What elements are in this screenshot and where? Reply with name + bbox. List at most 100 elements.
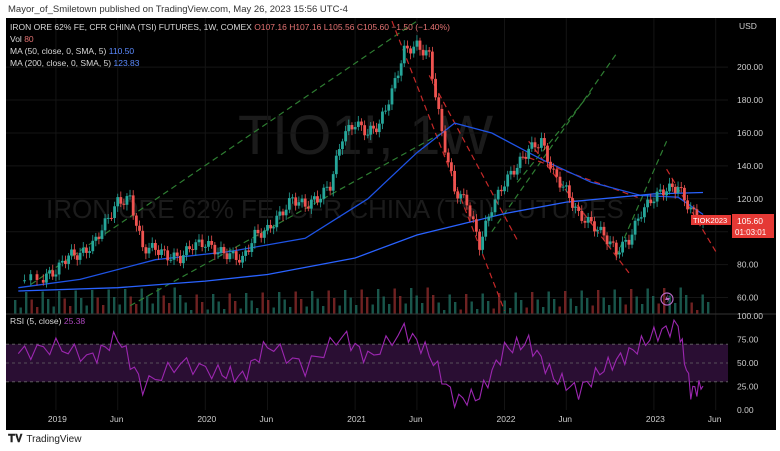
volume-bar: [476, 309, 479, 314]
volume-bar: [267, 300, 270, 314]
volume-bar: [250, 300, 253, 314]
candle-body: [97, 236, 101, 239]
candle-body: [618, 252, 621, 255]
candle-body: [443, 131, 447, 153]
candle-body: [571, 197, 574, 208]
volume-bar: [261, 292, 264, 314]
volume-bar: [432, 295, 435, 314]
candle-body: [281, 211, 285, 216]
candle-body: [313, 196, 316, 200]
volume-bar: [602, 297, 605, 314]
candle-body: [51, 270, 55, 277]
candle-body: [624, 239, 628, 242]
candle-body: [213, 244, 217, 255]
legend-symbol: IRON ORE 62% FE, CFR CHINA (TSI) FUTURES…: [10, 22, 252, 32]
volume-bar: [206, 309, 209, 314]
volume-bar: [690, 302, 693, 314]
candle-body: [418, 40, 422, 50]
volume-bar: [47, 299, 50, 314]
candle-body: [210, 241, 214, 245]
candle-body: [643, 207, 646, 218]
candle-body: [41, 279, 45, 283]
volume-bar: [140, 288, 143, 314]
volume-bar: [415, 295, 418, 314]
candle-body: [596, 230, 600, 232]
legend-ma50-row: MA (50, close, 0, SMA, 5) 110.50: [10, 46, 134, 56]
candle-body: [200, 239, 204, 248]
volume-bar: [217, 301, 220, 314]
candle-body: [387, 104, 391, 111]
candle-body: [57, 262, 61, 275]
volume-bar: [102, 305, 105, 314]
volume-bar: [272, 307, 275, 314]
volume-bar: [421, 303, 424, 314]
candle-body: [396, 75, 400, 79]
legend-low: L105.56: [323, 22, 355, 32]
candle-body: [468, 205, 472, 217]
candle-body: [35, 274, 39, 280]
volume-bar: [404, 303, 407, 314]
candle-body: [487, 216, 491, 221]
candle-body: [580, 210, 584, 221]
candle-body: [125, 196, 129, 205]
rsi-tick-label: 50.00: [737, 358, 759, 368]
price-tag-ticker: TIOK2023: [693, 216, 727, 225]
candle-body: [564, 185, 568, 187]
candle-body: [322, 187, 326, 199]
volume-bar: [536, 299, 539, 314]
volume-bar: [52, 306, 55, 314]
candle-body: [471, 216, 475, 220]
candle-body: [692, 207, 696, 210]
legend-vol-row: Vol 80: [10, 34, 34, 44]
candle-body: [128, 195, 132, 197]
candle-body: [91, 240, 95, 252]
candle-body: [300, 198, 304, 203]
candle-body: [203, 246, 207, 248]
volume-bar: [580, 290, 583, 314]
candle-body: [141, 230, 145, 248]
chart-svg[interactable]: TIO1!, 1W IRON ORE 62% FE, CFR CHINA (TS…: [6, 18, 776, 430]
price-tick-label: 160.00: [737, 128, 763, 138]
price-tick-label: 180.00: [737, 95, 763, 105]
legend-open: O107.16: [254, 22, 287, 32]
candle-body: [278, 211, 282, 216]
candle-body: [393, 78, 397, 89]
candle-body: [561, 186, 565, 188]
volume-bar: [113, 297, 116, 314]
price-tick-label: 120.00: [737, 194, 763, 204]
candle-body: [191, 249, 195, 251]
candle-body: [434, 78, 437, 98]
price-tick-label: 140.00: [737, 161, 763, 171]
candle-body: [194, 242, 198, 250]
volume-bar: [91, 290, 94, 314]
candle-body: [527, 148, 531, 159]
candle-body: [363, 125, 367, 136]
volume-bar: [487, 301, 490, 314]
volume-bar: [63, 298, 66, 314]
candle-body: [94, 236, 98, 241]
candle-body: [639, 217, 643, 219]
candle-body: [309, 199, 313, 209]
candle-body: [437, 97, 441, 109]
candle-body: [646, 199, 649, 208]
volume-bar: [448, 294, 451, 314]
candle-body: [72, 249, 76, 256]
candle-body: [652, 201, 656, 204]
price-tag-price: 105.60: [737, 216, 763, 226]
legend-ma50-value: 110.50: [108, 46, 135, 56]
volume-bar: [542, 307, 545, 314]
volume-bar: [168, 303, 171, 314]
legend-change: −1.50 (−1.40%): [391, 22, 450, 32]
candle-body: [256, 229, 260, 234]
volume-bar: [465, 294, 468, 314]
time-tick-label: 2020: [197, 414, 216, 424]
candle-body: [259, 233, 263, 238]
volume-bar: [597, 290, 600, 314]
candle-body: [241, 255, 244, 263]
candle-body: [689, 207, 693, 210]
candle-body: [228, 253, 232, 260]
chart-panel[interactable]: TIO1!, 1W IRON ORE 62% FE, CFR CHINA (TS…: [6, 18, 776, 430]
volume-bar: [316, 298, 319, 314]
volume-bar: [503, 300, 506, 314]
candle-body: [54, 274, 58, 277]
